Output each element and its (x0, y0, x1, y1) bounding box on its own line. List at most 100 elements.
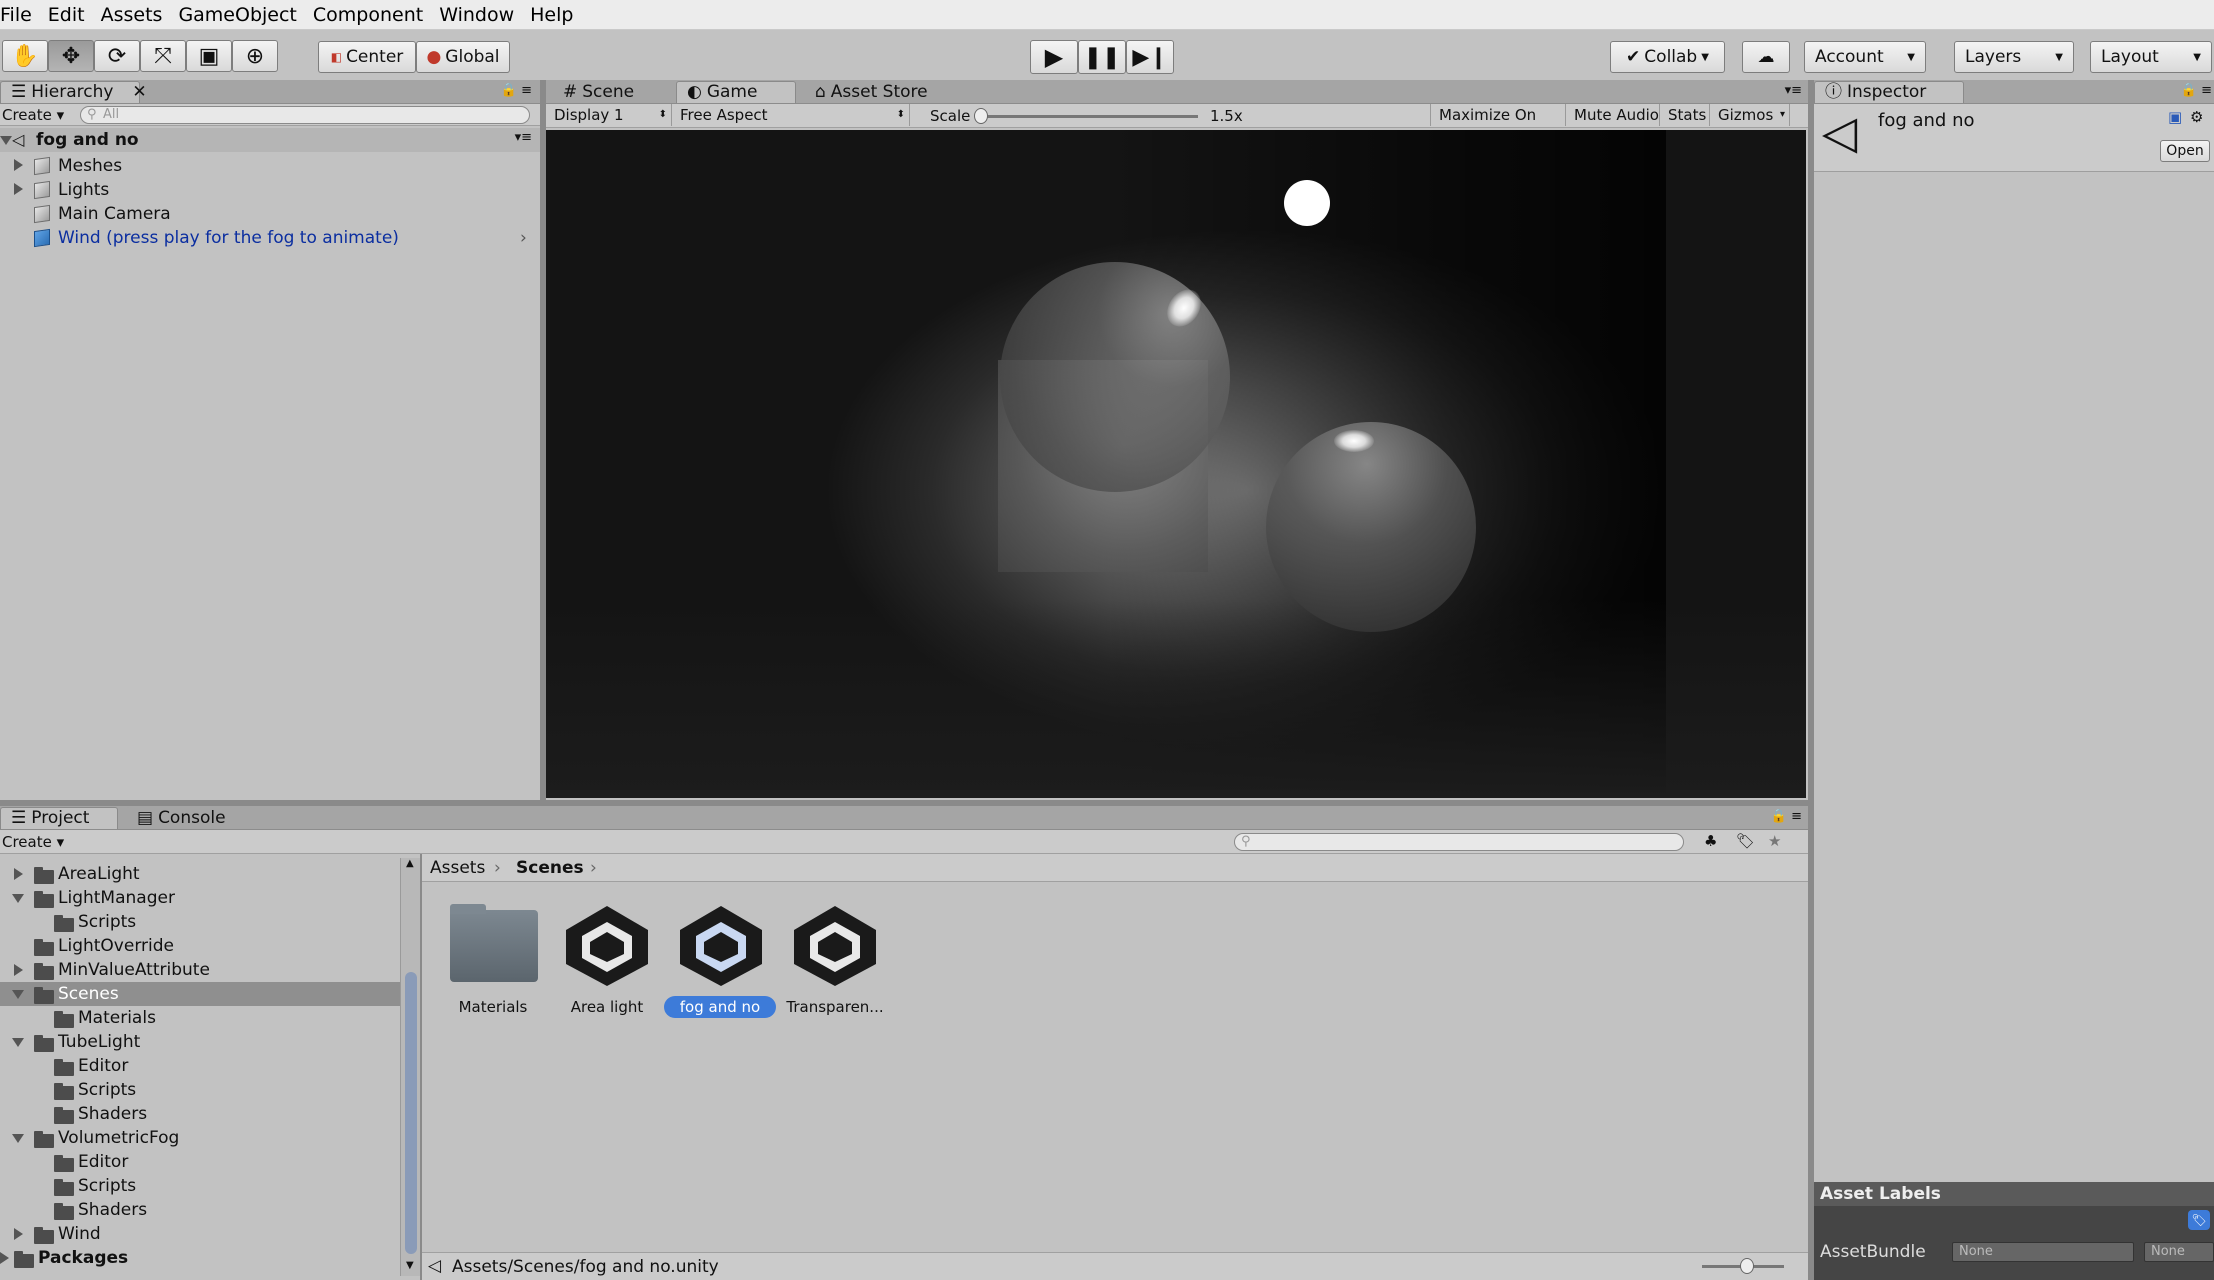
game-viewport[interactable] (546, 130, 1806, 798)
expand-arrow-icon[interactable] (14, 868, 23, 880)
tree-scrollbar[interactable]: ▲ ▼ (400, 858, 420, 1276)
breadcrumb-item[interactable]: Assets (430, 858, 485, 878)
rotate-icon[interactable]: ⟳ (94, 40, 140, 72)
expand-arrow-icon[interactable] (14, 1228, 23, 1240)
folder-large-icon[interactable] (450, 910, 538, 982)
asset-label[interactable]: fog and no (664, 998, 776, 1016)
breadcrumb-item[interactable]: Scenes (516, 858, 584, 878)
tab-console[interactable]: ▤ Console (126, 807, 246, 829)
filter-type-icon[interactable]: ♣ (1704, 832, 1717, 850)
unity-scene-icon[interactable] (676, 902, 766, 995)
tab-hierarchy[interactable]: ☰ Hierarchy ✕ (0, 81, 147, 103)
tab-scene[interactable]: # Scene (552, 81, 670, 103)
expand-arrow-icon[interactable] (12, 894, 24, 903)
account-dropdown[interactable]: Account ▼ (1804, 41, 1926, 73)
mute-toggle[interactable]: Mute Audio (1566, 104, 1660, 126)
expand-arrow-icon[interactable] (12, 1134, 24, 1143)
variant-dropdown[interactable]: None (2144, 1242, 2214, 1262)
expand-arrow-icon[interactable] (12, 1038, 24, 1047)
panel-menu-icon[interactable]: ▾≡ (1785, 83, 1802, 98)
tab-inspector[interactable]: ⓘ Inspector (1814, 81, 1964, 103)
expand-arrow-icon[interactable] (14, 183, 23, 195)
transform-icon[interactable]: ⊕ (232, 40, 278, 72)
scroll-down-icon[interactable]: ▼ (406, 1260, 414, 1271)
expand-arrow-icon[interactable] (14, 964, 23, 976)
menu-assets[interactable]: Assets (93, 0, 171, 30)
tree-item[interactable]: MinValueAttribute (58, 958, 210, 982)
icon-size-thumb[interactable] (1740, 1258, 1754, 1274)
expand-arrow-icon[interactable] (0, 136, 12, 145)
rect-tool-icon[interactable]: ▣ (186, 40, 232, 72)
hierarchy-item[interactable]: Meshes (58, 154, 122, 178)
move-icon[interactable]: ✥ (48, 40, 94, 72)
aspect-dropdown[interactable]: Free Aspect ⬍ (672, 104, 910, 126)
menu-window[interactable]: Window (431, 0, 522, 30)
tree-item[interactable]: Wind (58, 1222, 101, 1246)
tree-item[interactable]: Materials (78, 1006, 156, 1030)
pivot-center-button[interactable]: ◧ Center (318, 41, 416, 73)
pivot-global-button[interactable]: ● Global (416, 41, 510, 73)
chevron-right-icon[interactable]: › (520, 228, 527, 248)
scene-menu-icon[interactable]: ▾≡ (515, 130, 532, 145)
open-button[interactable]: Open (2160, 140, 2210, 162)
search-input[interactable]: ⚲ (1234, 833, 1684, 851)
tree-item[interactable]: AreaLight (58, 862, 140, 886)
scroll-up-icon[interactable]: ▲ (406, 858, 414, 869)
maximize-toggle[interactable]: Maximize On Play (1430, 104, 1566, 146)
tree-item[interactable]: LightOverride (58, 934, 174, 958)
star-icon[interactable]: ★ (1768, 832, 1781, 850)
menu-component[interactable]: Component (305, 0, 431, 30)
stats-toggle[interactable]: Stats (1660, 104, 1710, 126)
pause-button[interactable]: ❚❚ (1078, 40, 1126, 74)
collab-button[interactable]: ✔ Collab ▼ (1610, 41, 1725, 73)
asset-label[interactable]: Materials (438, 998, 548, 1016)
tab-asset-store[interactable]: ⌂ Asset Store (804, 81, 954, 103)
menu-file[interactable]: File (0, 0, 40, 30)
hierarchy-item[interactable]: Main Camera (58, 202, 171, 226)
play-button[interactable]: ▶ (1030, 40, 1078, 74)
unity-scene-icon[interactable] (790, 902, 880, 995)
tree-item-packages[interactable]: Packages (38, 1246, 128, 1270)
scale-icon[interactable]: ⤧ (140, 40, 186, 72)
cloud-button[interactable]: ☁ (1742, 41, 1790, 73)
hierarchy-item[interactable]: Wind (press play for the fog to animate) (58, 226, 399, 250)
lock-icon[interactable]: 🔒 ≡ (501, 83, 532, 98)
menu-edit[interactable]: Edit (40, 0, 93, 30)
layout-dropdown[interactable]: Layout ▼ (2090, 41, 2212, 73)
close-icon[interactable]: ✕ (132, 82, 146, 103)
tag-icon[interactable]: 🏷 (1736, 832, 1755, 850)
hand-icon[interactable]: ✋ (2, 40, 48, 72)
tree-item[interactable]: Scenes (58, 982, 119, 1006)
assetbundle-dropdown[interactable]: None (1952, 1242, 2134, 1262)
create-dropdown[interactable]: Create ▾ (2, 833, 64, 851)
search-input[interactable]: ⚲ All (80, 106, 530, 124)
expand-arrow-icon[interactable] (14, 159, 23, 171)
layers-dropdown[interactable]: Layers ▼ (1954, 41, 2074, 73)
gear-icon[interactable]: ⚙ (2190, 108, 2203, 126)
tree-item[interactable]: VolumetricFog (58, 1126, 179, 1150)
lock-icon[interactable]: 🔒 ≡ (1771, 809, 1802, 824)
display-dropdown[interactable]: Display 1 ⬍ (546, 104, 672, 126)
menu-gameobject[interactable]: GameObject (170, 0, 304, 30)
tab-project[interactable]: ☰ Project (0, 807, 118, 829)
help-icon[interactable]: ▣ (2168, 108, 2182, 126)
tree-item[interactable]: LightManager (58, 886, 175, 910)
scale-slider-thumb[interactable] (974, 108, 988, 124)
tree-item[interactable]: Editor (78, 1054, 128, 1078)
asset-label[interactable]: Transparen... (780, 998, 890, 1016)
tree-item[interactable]: Scripts (78, 1078, 136, 1102)
tree-item[interactable]: Scripts (78, 910, 136, 934)
scene-header-row[interactable]: ◁ fog and no ▾≡ (0, 128, 540, 152)
tree-item[interactable]: Shaders (78, 1198, 147, 1222)
gizmos-dropdown[interactable]: Gizmos ▾ (1710, 104, 1790, 126)
expand-arrow-icon[interactable] (0, 1252, 9, 1264)
tree-item[interactable]: Shaders (78, 1102, 147, 1126)
expand-arrow-icon[interactable] (12, 990, 24, 999)
scrollbar-thumb[interactable] (405, 972, 417, 1254)
lock-icon[interactable]: 🔒 ≡ (2181, 83, 2212, 98)
asset-label[interactable]: Area light (552, 998, 662, 1016)
step-button[interactable]: ▶❙ (1126, 40, 1174, 74)
hierarchy-item[interactable]: Lights (58, 178, 109, 202)
create-dropdown[interactable]: Create ▾ (2, 106, 64, 124)
scale-slider-track[interactable] (978, 115, 1198, 118)
